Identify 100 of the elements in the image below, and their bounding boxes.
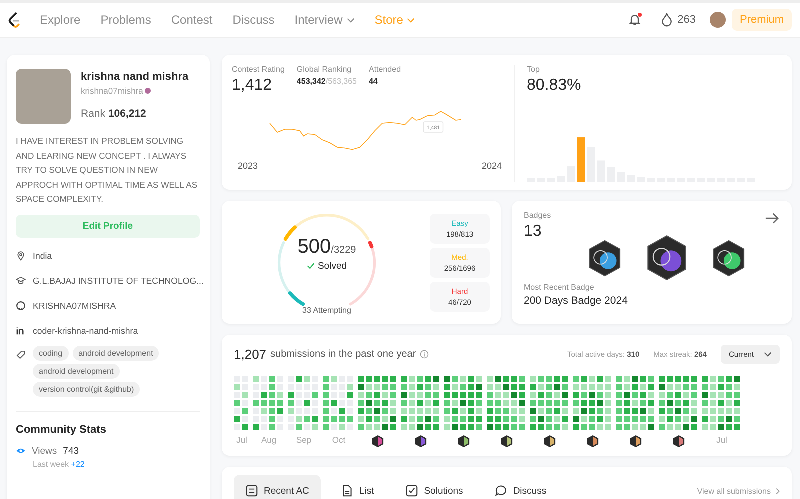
checklist-icon (246, 485, 258, 497)
stat-label: Global Ranking (296, 65, 353, 74)
tab[interactable]: List (329, 475, 386, 499)
activity-heatmap (702, 376, 742, 432)
username: krishna07mishra (81, 86, 144, 96)
axis-label: 2024 (482, 161, 502, 171)
activity-heatmap (659, 376, 699, 432)
premium-button[interactable]: Premium (732, 9, 792, 31)
stat-label: Views (32, 446, 58, 456)
tab[interactable]: Recent AC (234, 475, 322, 499)
global-ranking: 453,342/563,365 (296, 77, 357, 86)
skill-tag: coding (33, 346, 69, 360)
activity-heatmap (401, 376, 441, 432)
profile-detail: KRISHNA07MISHRA (33, 301, 116, 311)
nav-link[interactable]: Contest (171, 13, 213, 27)
solved-count: 500/3229 (298, 236, 356, 258)
eye-icon (16, 446, 26, 456)
profile-detail: coder-krishna-nand-mishra (33, 326, 138, 336)
stat-change: +22 (71, 460, 85, 468)
monthly-badge-icon (372, 435, 384, 448)
month-label: Aug (261, 435, 277, 445)
skill-tag: android development (33, 364, 120, 378)
monthly-badge-icon (673, 435, 685, 448)
bio-text: I HAVE INTEREST IN PROBLEM SOLVING AND LEARING NEW CONCEPT . I ALWAYS TRY TO SOLVE QUESTION IN NEW APPROCH WITH OPTIMAL TIME AS WELL AS SPACE COMPLEXITY. (16, 135, 199, 206)
top-percentage: 80.83% (527, 77, 582, 95)
activity-heatmap (288, 376, 320, 432)
chat-bubble-icon (495, 485, 508, 497)
monthly-badge-icon (458, 435, 470, 448)
linkedin-icon (16, 326, 26, 336)
photo-placeholder (16, 69, 71, 124)
rank: Rank 106,212 (81, 108, 148, 120)
activity-heatmap (530, 376, 570, 432)
stat-label: Badges (524, 211, 552, 220)
activity-heatmap (234, 376, 250, 432)
nav-link[interactable]: Interview (294, 13, 355, 27)
axis-label: 2023 (238, 161, 258, 171)
info-icon[interactable] (420, 350, 430, 359)
attended-count: 44 (368, 77, 379, 86)
view-all-link[interactable]: View all submissions (697, 487, 780, 496)
submission-count: 1,207 (234, 347, 267, 362)
stat-label: Contest Rating (232, 65, 285, 74)
nav-link[interactable]: Explore (40, 13, 81, 27)
stat-label: Top (527, 65, 541, 74)
tab[interactable]: Discuss (483, 475, 559, 499)
badge-icon[interactable] (646, 235, 688, 281)
activity-heatmap (616, 376, 656, 432)
monthly-badge-icon (501, 435, 513, 448)
activity-heatmap (323, 376, 355, 432)
user-name: krishna nand mishra (81, 71, 189, 83)
checkbox-icon (406, 485, 418, 497)
stat-sublabel: Last week (33, 460, 70, 468)
monthly-badge-icon (630, 435, 642, 448)
skill-tag: version control(git &github) (33, 382, 140, 396)
monthly-badge-icon (544, 435, 556, 448)
histogram-bar (577, 138, 585, 182)
badge-count: 13 (524, 223, 543, 241)
monthly-badge-icon (415, 435, 427, 448)
month-label: Jul (716, 435, 728, 445)
chevron-down-icon (346, 18, 355, 22)
location-pin-icon (16, 251, 26, 261)
stat-value: 743 (63, 446, 80, 456)
submission-caption: submissions in the past one year (270, 349, 416, 360)
edit-profile-button[interactable]: Edit Profile (16, 214, 200, 238)
recent-badge-name: 200 Days Badge 2024 (524, 295, 629, 307)
graduation-cap-icon (16, 276, 26, 286)
chevron-right-icon (776, 488, 780, 495)
arrow-right-icon[interactable] (765, 211, 780, 226)
skill-tag: android development (72, 346, 160, 360)
profile-detail: G.L.BAJAJ INSTITUTE OF TECHNOLOG... (33, 276, 204, 286)
monthly-badge-icon (587, 435, 599, 448)
contest-rating: 1,412 (232, 77, 274, 95)
attempting-count: 33 Attempting (302, 306, 352, 314)
solved-label: Solved (318, 260, 348, 272)
stat-label: Attended (368, 65, 402, 74)
badge-icon[interactable] (712, 240, 746, 276)
bell-icon[interactable] (628, 13, 642, 27)
streak-count: 263 (678, 14, 696, 26)
chevron-down-icon (764, 352, 772, 357)
activity-heatmap (573, 376, 613, 432)
badge-icon[interactable] (588, 240, 622, 276)
activity-heatmap (358, 376, 398, 432)
month-label: Sep (296, 435, 312, 445)
github-icon (16, 301, 26, 311)
profile-detail: India (33, 251, 52, 261)
check-icon (306, 262, 315, 270)
chevron-down-icon (407, 18, 416, 22)
nav-link[interactable]: Problems (100, 13, 152, 27)
activity-heatmap (253, 376, 285, 432)
logo-icon[interactable] (8, 11, 22, 29)
badge-dot-icon (145, 88, 152, 94)
nav-link[interactable]: Discuss (232, 13, 275, 27)
tag-icon (16, 350, 26, 360)
tooltip-background (423, 122, 444, 133)
nav-link[interactable]: Store (374, 13, 416, 27)
avatar[interactable] (710, 12, 726, 28)
document-icon (341, 485, 354, 497)
tab[interactable]: Solutions (394, 475, 476, 499)
month-label: Jul (236, 435, 248, 445)
activity-heatmap (444, 376, 484, 432)
section-title: Community Stats (16, 424, 108, 436)
